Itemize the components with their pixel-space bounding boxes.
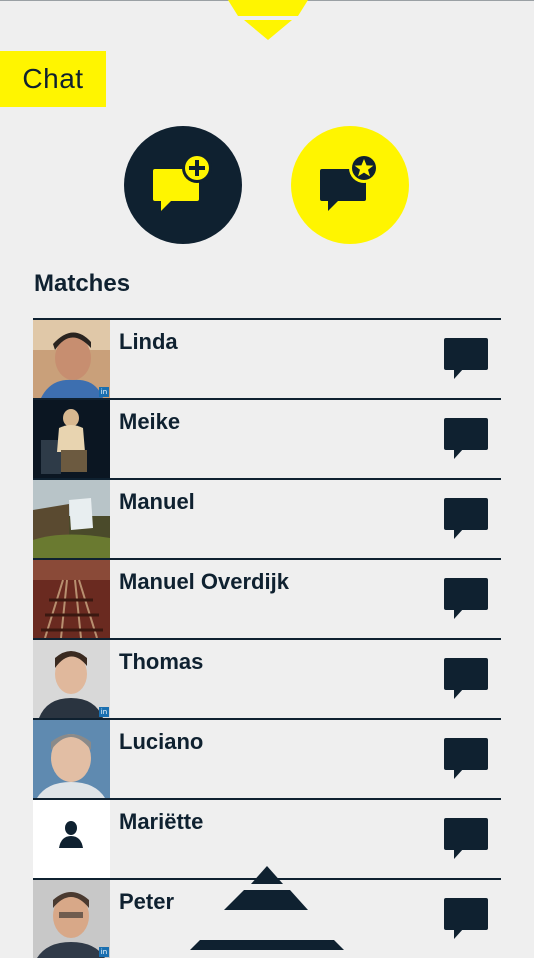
- match-name: Meike: [119, 409, 181, 434]
- matches-heading: Matches: [34, 270, 131, 297]
- match-name: Thomas: [119, 649, 204, 674]
- avatar: [33, 480, 110, 558]
- avatar: in: [33, 880, 110, 958]
- match-row-meike[interactable]: Meike: [33, 398, 501, 478]
- match-name: Manuel Overdijk: [119, 569, 289, 594]
- favorite-chat-button[interactable]: [291, 126, 409, 244]
- expand-chevron-icon[interactable]: [182, 866, 352, 950]
- chat-bubble-icon[interactable]: [444, 498, 488, 540]
- match-name: Linda: [119, 329, 178, 354]
- avatar: [33, 560, 110, 638]
- linkedin-badge-icon: in: [99, 707, 109, 717]
- chat-bubble-icon[interactable]: [444, 738, 488, 780]
- chat-add-icon: [153, 153, 212, 211]
- chat-bubble-icon[interactable]: [444, 338, 488, 380]
- match-name: Luciano: [119, 729, 204, 754]
- avatar: in: [33, 320, 110, 398]
- match-row-manuel[interactable]: Manuel: [33, 478, 501, 558]
- avatar: in: [33, 640, 110, 718]
- chat-tab-label: Chat: [22, 63, 84, 94]
- linkedin-badge-icon: in: [99, 387, 109, 397]
- chat-bubble-icon[interactable]: [444, 658, 488, 700]
- match-name: Manuel: [119, 489, 195, 514]
- avatar: [33, 720, 110, 798]
- collapse-chevron-icon[interactable]: [226, 0, 310, 42]
- match-name: Mariëtte: [119, 809, 204, 834]
- new-chat-button[interactable]: [124, 126, 242, 244]
- match-row-luciano[interactable]: Luciano: [33, 718, 501, 798]
- chat-star-icon: [320, 153, 379, 211]
- chat-tab[interactable]: Chat: [0, 51, 106, 107]
- linkedin-badge-icon: in: [99, 947, 109, 957]
- match-name: Peter: [119, 889, 175, 914]
- avatar: [33, 400, 110, 478]
- chat-bubble-icon[interactable]: [444, 818, 488, 860]
- chat-bubble-icon[interactable]: [444, 578, 488, 620]
- match-row-linda[interactable]: in Linda: [33, 318, 501, 398]
- match-row-manuel-overdijk[interactable]: Manuel Overdijk: [33, 558, 501, 638]
- chat-bubble-icon[interactable]: [444, 418, 488, 460]
- matches-list: in Linda Meike Manuel Manuel Overdijk in…: [33, 318, 501, 958]
- chat-bubble-icon[interactable]: [444, 898, 488, 940]
- person-placeholder-icon: [33, 800, 110, 878]
- match-row-thomas[interactable]: in Thomas: [33, 638, 501, 718]
- avatar: [33, 800, 110, 878]
